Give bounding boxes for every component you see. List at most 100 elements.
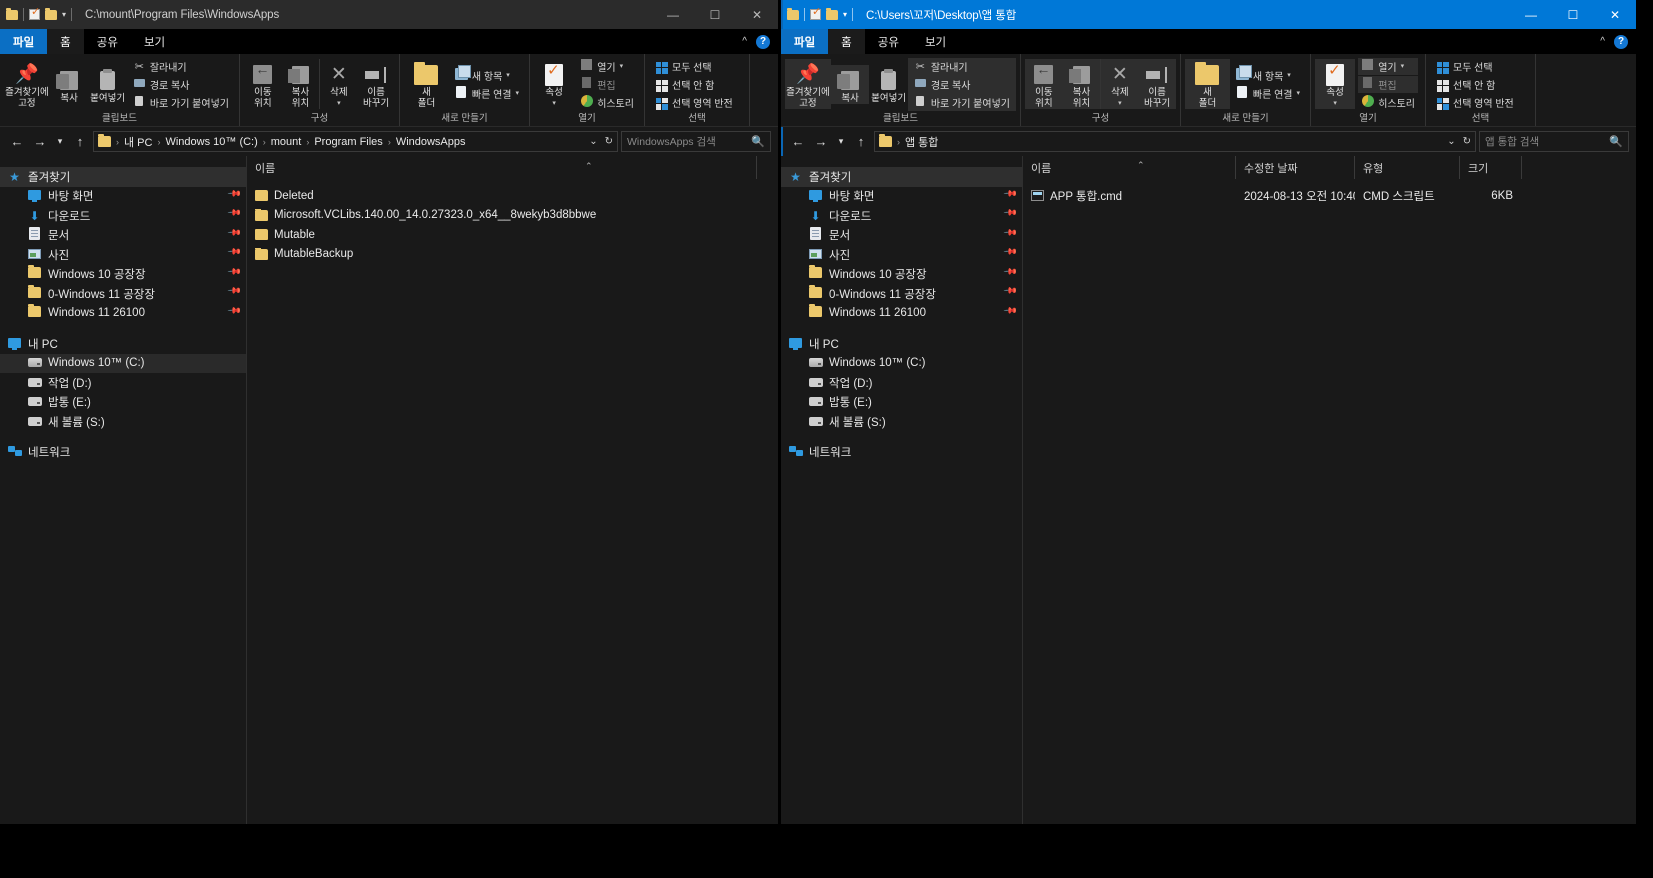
- pin-icon[interactable]: 📌: [1003, 205, 1024, 226]
- title-bar-left[interactable]: ✓ ▾ C:\mount\Program Files\WindowsApps —…: [0, 0, 778, 29]
- move-to-button-left[interactable]: 이동 위치: [244, 59, 282, 109]
- edit-button-left[interactable]: 편집: [577, 76, 637, 93]
- pin-to-quick-access-button-left[interactable]: 📌 즐겨찾기에 고정: [4, 59, 50, 109]
- file-list-pane-right[interactable]: 이름 수정한 날짜 유형 크기 ⌃ APP 통합.cmd 2024-08-13 …: [1022, 156, 1636, 824]
- search-box-right[interactable]: 앱 통합 검색 🔍: [1479, 131, 1629, 152]
- ribbon-tabs-left[interactable]: 파일 홈 공유 보기 ^ ?: [0, 29, 778, 54]
- chevron-down-icon[interactable]: ▾: [62, 10, 66, 19]
- properties-qat-icon[interactable]: ✓: [29, 7, 40, 20]
- pin-icon[interactable]: 📌: [1003, 225, 1024, 246]
- open-button-left[interactable]: 열기 ▾: [577, 58, 637, 75]
- refresh-icon-left[interactable]: ↻: [605, 136, 613, 147]
- pin-icon[interactable]: 📌: [227, 303, 248, 324]
- table-row[interactable]: Microsoft.VCLibs.140.00_14.0.27323.0_x64…: [247, 206, 778, 226]
- chevron-down-icon[interactable]: ▾: [515, 89, 519, 97]
- new-item-button-right[interactable]: 새 항목 ▾: [1233, 64, 1303, 84]
- copy-to-button-left[interactable]: 복사 위치: [282, 59, 320, 109]
- select-all-button-right[interactable]: 모두 선택: [1433, 58, 1517, 75]
- tab-share-right[interactable]: 공유: [865, 29, 912, 54]
- pin-icon[interactable]: 📌: [227, 244, 248, 265]
- recent-locations-icon-right[interactable]: ▾: [834, 132, 848, 152]
- navigation-pane-left[interactable]: ★ 즐겨찾기 바탕 화면 📌 ⬇ 다운로드 📌 문서 📌 사진 📌 Window…: [0, 156, 246, 824]
- chevron-down-icon[interactable]: ▾: [506, 71, 510, 79]
- pin-icon[interactable]: 📌: [227, 264, 248, 285]
- address-row-left[interactable]: ← → ▾ ↑ › 내 PC › Windows 10™ (C:) › moun…: [0, 127, 778, 156]
- tab-view-left[interactable]: 보기: [131, 29, 178, 54]
- file-name-cell[interactable]: Microsoft.VCLibs.140.00_14.0.27323.0_x64…: [247, 209, 757, 221]
- chevron-down-icon[interactable]: ▾: [337, 98, 341, 109]
- nav-header-quick-access-right[interactable]: ★ 즐겨찾기: [781, 167, 1022, 187]
- back-button-left[interactable]: ←: [7, 132, 27, 152]
- new-folder-button-right[interactable]: 새 폴더: [1185, 59, 1230, 109]
- column-header-row-left[interactable]: 이름 ⌃: [247, 156, 778, 179]
- up-button-right[interactable]: ↑: [851, 132, 871, 152]
- breadcrumb-item-4[interactable]: WindowsApps: [396, 136, 466, 148]
- window-controls-left[interactable]: — ☐ ✕: [652, 0, 778, 29]
- file-rows-right[interactable]: APP 통합.cmd 2024-08-13 오전 10:40 CMD 스크립트 …: [1023, 179, 1636, 824]
- table-row[interactable]: MutableBackup: [247, 245, 778, 265]
- easy-access-button-left[interactable]: 빠른 연결 ▾: [452, 85, 522, 102]
- copy-button-right[interactable]: 복사: [830, 64, 870, 104]
- search-box-left[interactable]: WindowsApps 검색 🔍: [621, 131, 771, 152]
- cut-button-left[interactable]: ✂ 잘라내기: [130, 58, 232, 75]
- nav-item-win11-factory-left[interactable]: 0-Windows 11 공장장 📌: [0, 283, 246, 304]
- paste-shortcut-button-right[interactable]: 바로 가기 붙여넣기: [911, 94, 1013, 111]
- nav-item-drive-d-left[interactable]: 작업 (D:): [0, 373, 246, 393]
- close-button-right[interactable]: ✕: [1594, 0, 1636, 29]
- column-header-modified-right[interactable]: 수정한 날짜: [1236, 156, 1355, 179]
- nav-item-win11-factory-right[interactable]: 0-Windows 11 공장장 📌: [781, 283, 1024, 304]
- ribbon-right[interactable]: 📌 즐겨찾기에 고정 복사 붙여넣기 ✂ 잘라내기 경로 복사 바로 가기 붙여…: [781, 54, 1636, 127]
- nav-item-desktop-left[interactable]: 바탕 화면 📌: [0, 186, 248, 207]
- rename-button-right[interactable]: 이름 바꾸기: [1138, 59, 1177, 109]
- navigation-pane-right[interactable]: ★ 즐겨찾기 바탕 화면 📌 ⬇ 다운로드 📌 문서 📌 사진 📌 Window…: [781, 156, 1022, 824]
- breadcrumb-item-0[interactable]: 앱 통합: [905, 134, 938, 150]
- breadcrumb-item-3[interactable]: Program Files: [314, 136, 382, 148]
- tab-home-left[interactable]: 홈: [47, 29, 84, 54]
- pin-icon[interactable]: 📌: [227, 186, 248, 207]
- breadcrumb-item-1[interactable]: Windows 10™ (C:): [165, 136, 257, 148]
- properties-button-right[interactable]: 속성 ▾: [1315, 59, 1356, 109]
- window-controls-right[interactable]: — ☐ ✕: [1510, 0, 1636, 29]
- nav-item-drive-c-right[interactable]: Windows 10™ (C:): [781, 354, 1022, 374]
- select-none-button-right[interactable]: 선택 안 함: [1433, 76, 1517, 93]
- nav-header-network-right[interactable]: 네트워크: [781, 443, 1022, 463]
- title-bar-right[interactable]: ✓ ▾ C:\Users\꼬저\Desktop\앱 통합 — ☐ ✕: [781, 0, 1636, 29]
- pin-icon[interactable]: 📌: [227, 225, 248, 246]
- forward-button-right[interactable]: →: [811, 132, 831, 152]
- up-button-left[interactable]: ↑: [70, 132, 90, 152]
- nav-item-documents-left[interactable]: 문서 📌: [0, 225, 248, 246]
- paste-button-left[interactable]: 붙여넣기: [88, 65, 126, 104]
- nav-item-win10-factory-right[interactable]: Windows 10 공장장 📌: [781, 264, 1022, 285]
- pin-icon[interactable]: 📌: [1003, 283, 1024, 304]
- column-header-size-right[interactable]: 크기: [1460, 156, 1522, 179]
- column-header-name-right[interactable]: 이름: [1023, 156, 1236, 179]
- refresh-icon-right[interactable]: ↻: [1463, 136, 1471, 147]
- forward-button-left[interactable]: →: [30, 132, 50, 152]
- column-header-row-right[interactable]: 이름 수정한 날짜 유형 크기 ⌃: [1023, 156, 1636, 179]
- chevron-down-icon[interactable]: ▾: [1118, 98, 1122, 109]
- minimize-button-right[interactable]: —: [1510, 0, 1552, 29]
- delete-button-left[interactable]: ✕ 삭제 ▾: [319, 59, 357, 109]
- nav-header-this-pc-right[interactable]: 내 PC: [781, 334, 1022, 354]
- tab-view-right[interactable]: 보기: [912, 29, 959, 54]
- nav-item-win10-factory-left[interactable]: Windows 10 공장장 📌: [0, 264, 248, 285]
- explorer-window-left[interactable]: ✓ ▾ C:\mount\Program Files\WindowsApps —…: [0, 0, 778, 824]
- recent-locations-icon-left[interactable]: ▾: [53, 132, 67, 152]
- nav-header-network-left[interactable]: 네트워크: [0, 443, 246, 463]
- file-name-cell[interactable]: MutableBackup: [247, 248, 757, 260]
- new-folder-button-left[interactable]: 새 폴더: [404, 59, 449, 109]
- copy-path-button-right[interactable]: 경로 복사: [911, 76, 1013, 93]
- breadcrumb-item-0[interactable]: 내 PC: [124, 134, 152, 150]
- nav-header-this-pc-left[interactable]: 내 PC: [0, 334, 246, 354]
- history-button-left[interactable]: 히스토리: [577, 94, 637, 111]
- tab-file-left[interactable]: 파일: [0, 29, 48, 54]
- nav-item-win11-26100-left[interactable]: Windows 11 26100 📌: [0, 303, 248, 324]
- nav-item-documents-right[interactable]: 문서 📌: [781, 225, 1024, 246]
- maximize-button-left[interactable]: ☐: [694, 0, 736, 29]
- pin-icon[interactable]: 📌: [1003, 303, 1024, 324]
- quick-access-toolbar-left[interactable]: ✓ ▾: [6, 7, 78, 21]
- address-row-right[interactable]: ← → ▾ ↑ › 앱 통합 ⌄ ↻ 앱 통합 검색 🔍: [781, 127, 1636, 156]
- new-folder-qat-icon[interactable]: [45, 7, 57, 20]
- back-button-right[interactable]: ←: [788, 132, 808, 152]
- rename-button-left[interactable]: 이름 바꾸기: [357, 59, 395, 109]
